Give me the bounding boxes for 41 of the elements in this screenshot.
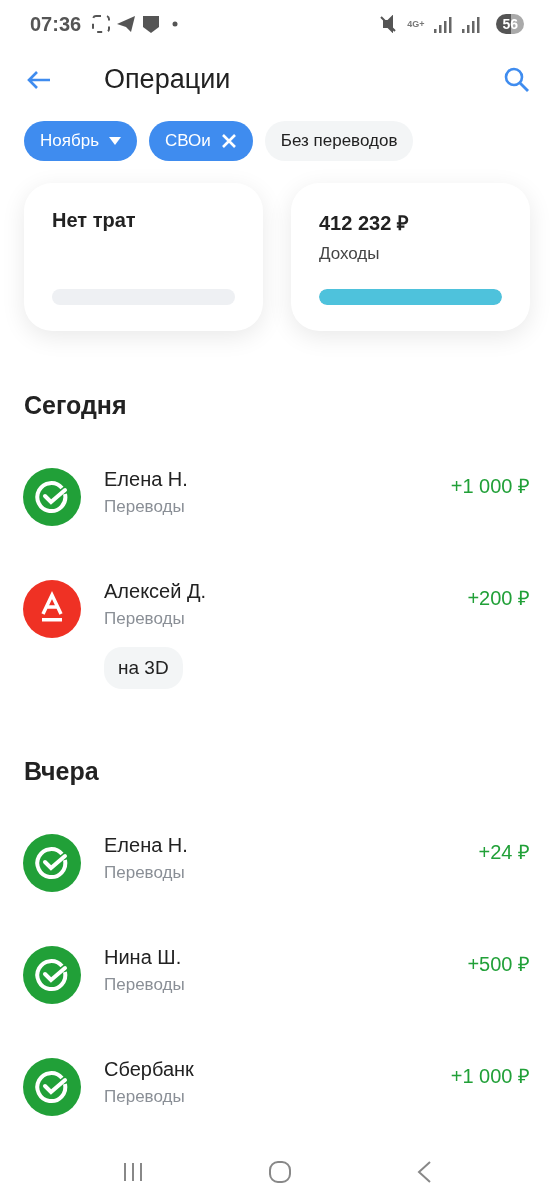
network-type: 4G+ — [407, 19, 425, 30]
home-button[interactable] — [268, 1159, 292, 1184]
filter-chip[interactable]: Без переводов — [264, 120, 414, 161]
checkmark-logo-icon — [23, 833, 81, 892]
recent-apps-button[interactable] — [122, 1160, 144, 1183]
letter-a-logo-icon — [23, 579, 81, 638]
dropdown-triangle-icon — [109, 136, 121, 145]
mute-icon — [379, 15, 398, 34]
card-subtitle: Доходы — [319, 243, 381, 264]
clock-time: 07:36 — [30, 12, 82, 36]
battery-level: 56 — [496, 14, 524, 35]
sender-name[interactable]: Сбербанк — [104, 1057, 428, 1081]
amount: +500 ₽ — [467, 951, 530, 977]
date-heading: Сегодня — [24, 390, 128, 420]
date-heading: Вчера — [24, 756, 100, 786]
sender-name[interactable]: Алексей Д. — [104, 579, 445, 603]
comment-tag: на 3D — [104, 646, 183, 689]
card-title: 412 232 ₽ — [319, 210, 410, 236]
amount: +1 000 ₽ — [450, 473, 530, 499]
sender-name[interactable]: Елена Н. — [104, 833, 456, 857]
category-label: Переводы — [104, 974, 186, 995]
category-label: Переводы — [104, 1086, 186, 1107]
screen-title: Операции — [104, 64, 232, 96]
summary-card[interactable]: Нет трат — [24, 182, 263, 331]
sender-name[interactable]: Елена Н. — [104, 467, 428, 491]
back-nav-button[interactable] — [416, 1159, 432, 1184]
checkmark-logo-icon — [23, 467, 81, 526]
category-label: Переводы — [104, 496, 186, 517]
card-title: Нет трат — [52, 208, 137, 232]
category-label: Переводы — [104, 862, 186, 883]
amount: +200 ₽ — [467, 585, 530, 611]
amount: +1 000 ₽ — [450, 1063, 530, 1089]
category-label: Переводы — [104, 608, 186, 629]
close-icon — [220, 132, 237, 149]
summary-card[interactable]: 412 232 ₽ Доходы — [291, 182, 530, 331]
checkmark-logo-icon — [23, 1057, 81, 1116]
back-button[interactable] — [26, 68, 52, 91]
checkmark-logo-icon — [23, 945, 81, 1004]
amount: +24 ₽ — [478, 839, 530, 865]
search-button[interactable] — [504, 66, 530, 93]
sender-name[interactable]: Нина Ш. — [104, 945, 445, 969]
